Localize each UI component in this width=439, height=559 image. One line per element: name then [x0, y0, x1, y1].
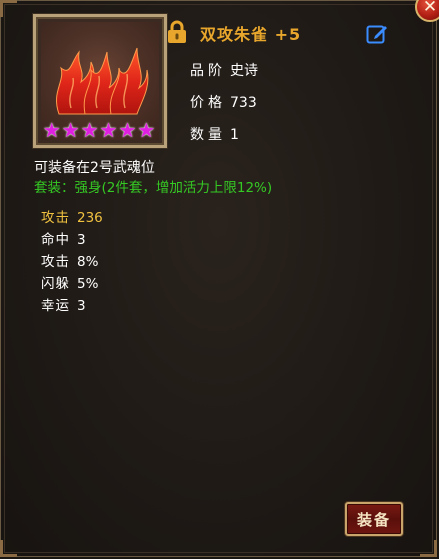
quantity-label: 数量 — [190, 127, 226, 143]
quantity-value: 1 — [230, 127, 239, 143]
stat-label: 幸运 — [41, 298, 70, 314]
stat-value: 5% — [77, 276, 99, 292]
star-icon: ★ — [61, 118, 80, 142]
star-icon: ★ — [137, 118, 156, 142]
edit-icon[interactable] — [366, 23, 388, 45]
quality-label: 品阶 — [190, 63, 226, 79]
stat-row: 攻击 8% — [41, 250, 98, 270]
price-value: 733 — [230, 95, 257, 111]
close-icon: ✕ — [422, 0, 438, 17]
quality-value: 史诗 — [230, 63, 258, 79]
frame-corner — [0, 0, 17, 17]
set-bonus-text: 套装：强身(2件套，增加活力上限12%) — [34, 180, 273, 196]
frame-corner — [420, 540, 437, 557]
price-row: 价格 733 — [190, 92, 257, 112]
stat-row: 命中 3 — [41, 228, 86, 248]
lock-icon[interactable] — [167, 20, 187, 44]
item-icon-frame: ★ ★ ★ ★ ★ ★ — [33, 14, 167, 148]
item-name: 双攻朱雀 +5 — [200, 25, 302, 44]
star-icon: ★ — [42, 118, 61, 142]
equip-slot-text: 可装备在2号武魂位 — [34, 160, 155, 176]
star-rating: ★ ★ ★ ★ ★ ★ — [40, 119, 158, 141]
stat-label: 攻击 — [41, 210, 70, 226]
item-detail-panel: ★ ★ ★ ★ ★ ★ 双攻朱雀 +5 品阶 史诗 价格 733 数量 1 可装备在2号武魂位 … — [0, 0, 437, 557]
star-icon: ★ — [80, 118, 99, 142]
stat-row: 攻击 236 — [41, 206, 103, 226]
stat-row: 闪躲 5% — [41, 272, 98, 292]
quality-row: 品阶 史诗 — [190, 60, 258, 80]
stat-label: 攻击 — [41, 254, 70, 270]
stat-value: 3 — [77, 298, 86, 314]
stat-value: 8% — [77, 254, 99, 270]
stat-value: 236 — [77, 210, 103, 226]
quantity-row: 数量 1 — [190, 124, 239, 144]
star-icon: ★ — [118, 118, 137, 142]
stat-label: 闪躲 — [41, 276, 70, 292]
frame-corner — [0, 540, 17, 557]
stat-label: 命中 — [41, 232, 70, 248]
stat-row: 幸运 3 — [41, 294, 86, 314]
stat-value: 3 — [77, 232, 86, 248]
star-icon: ★ — [99, 118, 118, 142]
equip-button[interactable]: 装备 — [345, 502, 403, 536]
price-label: 价格 — [190, 95, 226, 111]
